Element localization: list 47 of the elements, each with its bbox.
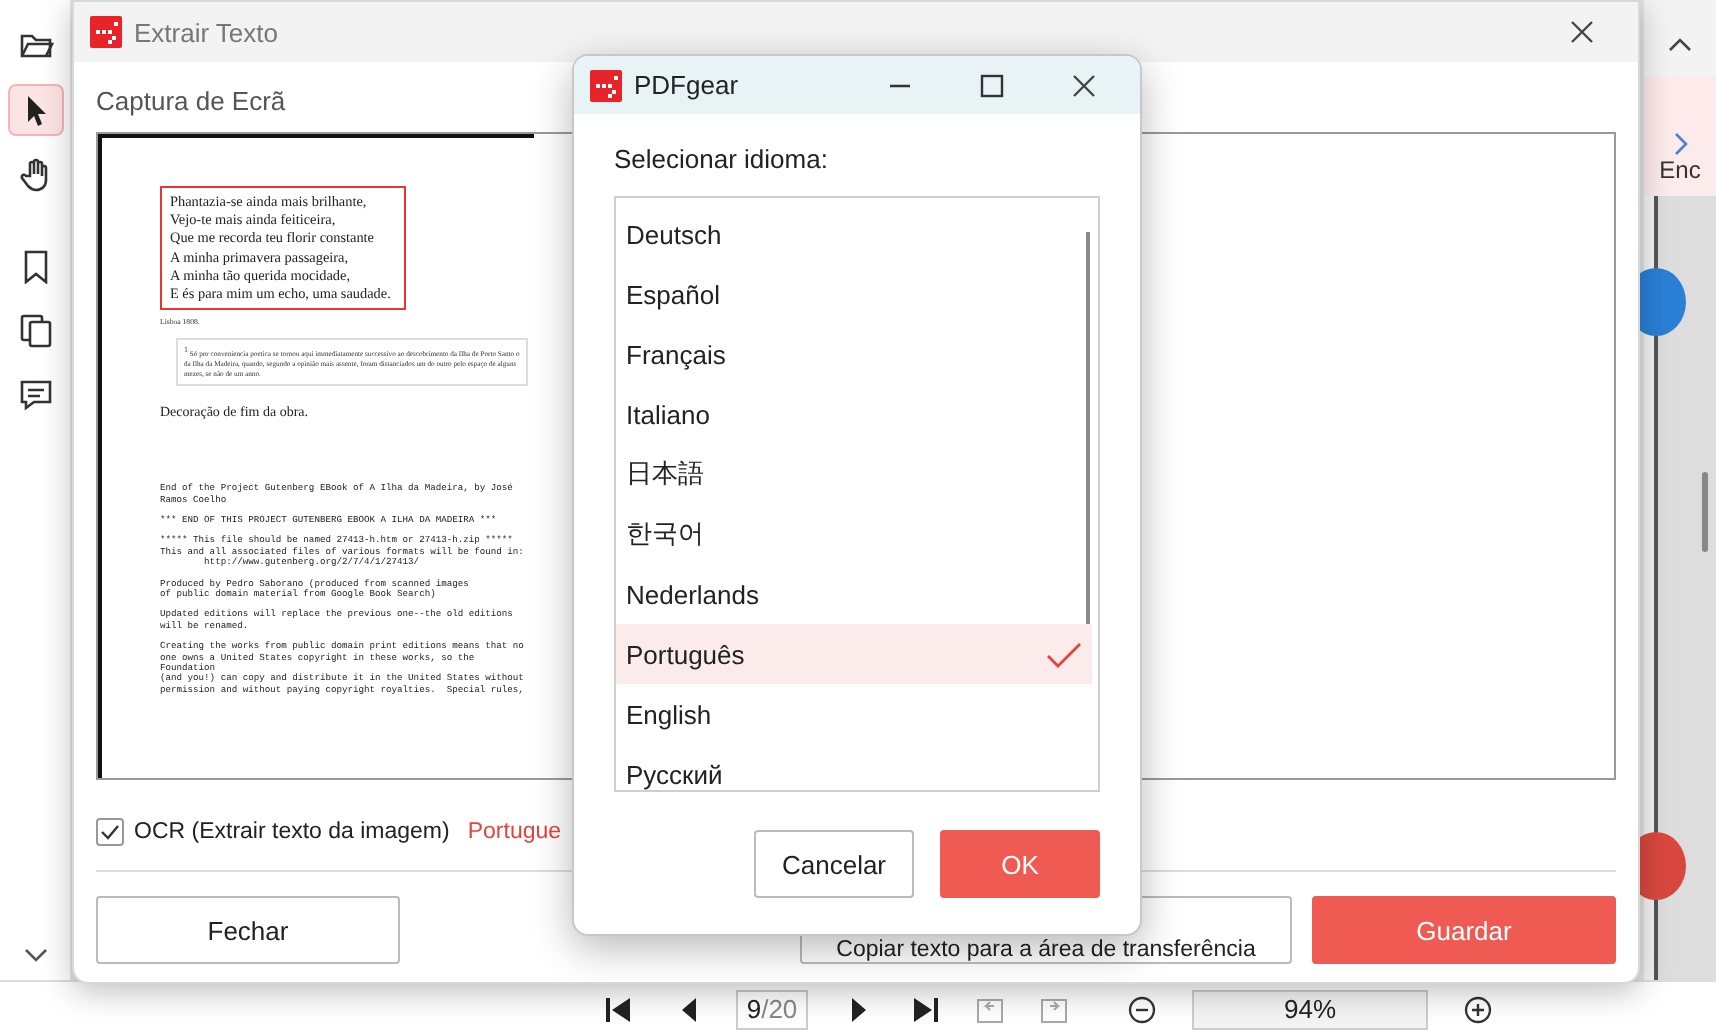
zoom-field[interactable]: 94% [1192, 989, 1428, 1029]
scrollbar-thumb[interactable] [1086, 232, 1090, 624]
window-title: Extrair Texto [134, 17, 281, 47]
scrollbar-thumb[interactable] [1702, 472, 1708, 552]
prompt-label: Selecionar idioma: [614, 144, 830, 174]
page-total: /20 [761, 994, 798, 1024]
button[interactable]: Fechar [96, 896, 400, 964]
hand-icon [17, 156, 53, 192]
language-option[interactable]: Русский [616, 744, 1092, 790]
language-option[interactable]: 한국어 [616, 504, 1092, 564]
zoom-out-icon[interactable] [1126, 993, 1158, 1025]
close-icon [1072, 73, 1096, 97]
close-icon [1570, 20, 1594, 44]
check-icon [100, 824, 120, 840]
button[interactable]: Cancelar [754, 830, 914, 898]
language-option[interactable]: 日本語 [616, 444, 1092, 504]
check-icon [1046, 641, 1082, 667]
side-tab-label: Enc [1659, 156, 1701, 184]
page-number: 9 [746, 994, 762, 1024]
maximize-icon [980, 73, 1004, 97]
language-option[interactable]: Nederlands [616, 564, 1092, 624]
section-label: Captura de Ecrã [96, 86, 286, 116]
language-option[interactable]: Deutsch [616, 204, 1092, 264]
rotate-left-icon[interactable] [974, 993, 1006, 1025]
ocr-label: OCR (Extrair texto da imagem) [134, 820, 450, 844]
last-page-icon[interactable] [910, 993, 942, 1025]
first-page-icon[interactable] [602, 993, 634, 1025]
language-option[interactable]: Italiano [616, 384, 1092, 444]
language-option[interactable]: Français [616, 324, 1092, 384]
comment-icon [17, 376, 53, 412]
tool-button[interactable] [7, 84, 63, 136]
language-option[interactable]: Português [616, 624, 1092, 684]
side-tab[interactable]: Enc [1644, 76, 1716, 196]
language-link[interactable]: Portugue [467, 820, 562, 844]
window-title: PDFgear [634, 70, 741, 100]
logo-icon [590, 69, 622, 101]
page-field[interactable]: 9/20 [736, 989, 808, 1029]
pages-icon [17, 312, 53, 348]
ocr-checkbox[interactable] [96, 818, 124, 846]
chevron-up-icon[interactable] [1668, 36, 1692, 52]
chevron-down-icon[interactable] [24, 948, 48, 964]
language-option[interactable]: English [616, 684, 1092, 744]
chevron-right-icon [1673, 132, 1687, 156]
language-option[interactable]: Español [616, 264, 1092, 324]
logo-icon [90, 16, 122, 48]
rotate-right-icon[interactable] [1038, 993, 1070, 1025]
zoom-in-icon[interactable] [1462, 993, 1494, 1025]
